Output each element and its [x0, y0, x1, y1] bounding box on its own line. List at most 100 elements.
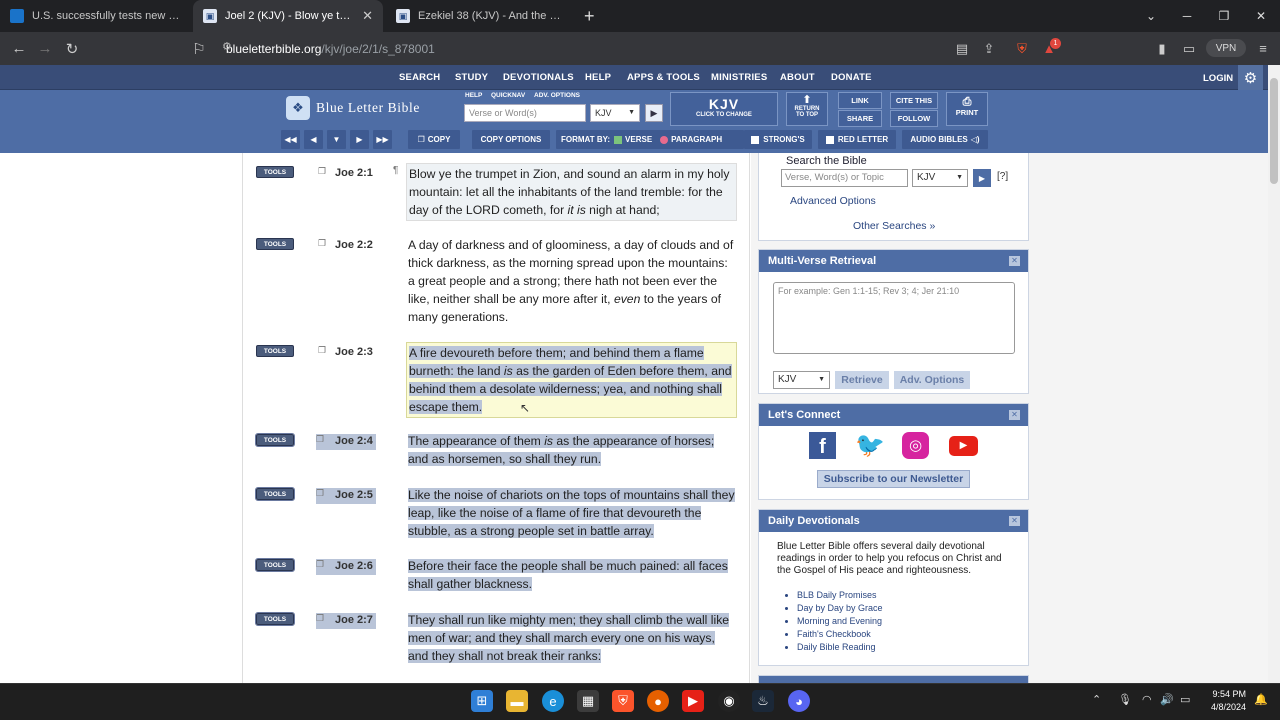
- header-version-select[interactable]: KJV ▼: [590, 104, 640, 122]
- version-change-button[interactable]: KJV CLICK TO CHANGE: [670, 92, 778, 126]
- brave-rewards-icon[interactable]: ▲: [1036, 32, 1062, 65]
- nav-study[interactable]: STUDY: [455, 65, 488, 90]
- help-link[interactable]: HELP: [465, 92, 482, 99]
- microphone-icon[interactable]: 🎙: [1118, 693, 1132, 706]
- next-chapter-button[interactable]: ▶: [350, 130, 369, 149]
- sidebar-search-go-button[interactable]: ▶: [973, 169, 991, 187]
- tray-chevron-up-icon[interactable]: ⌃: [1092, 693, 1101, 706]
- verse-ref[interactable]: Joe 2:4: [335, 435, 373, 447]
- print-button[interactable]: ⎙ PRINT: [946, 92, 988, 126]
- verse-text[interactable]: The appearance of them is as the appeara…: [406, 431, 737, 469]
- steam-icon[interactable]: ♨: [752, 690, 774, 712]
- tools-button[interactable]: TOOLS: [256, 345, 294, 357]
- menu-icon[interactable]: ≡: [1250, 32, 1276, 65]
- notifications-bell-icon[interactable]: 🔔: [1254, 693, 1268, 706]
- other-searches-link[interactable]: Other Searches »: [853, 220, 935, 232]
- mvr-textarea[interactable]: For example: Gen 1:1-15; Rev 3; 4; Jer 2…: [773, 282, 1015, 354]
- nav-devotionals[interactable]: DEVOTIONALS: [503, 65, 574, 90]
- verse-text[interactable]: Before their face the people shall be mu…: [406, 556, 737, 594]
- copy-verse-icon[interactable]: ❐: [318, 166, 326, 177]
- adv-options-link[interactable]: ADV. OPTIONS: [534, 92, 580, 99]
- verse-ref[interactable]: Joe 2:2: [335, 239, 373, 251]
- red-letter-toggle[interactable]: RED LETTER: [818, 130, 896, 149]
- twitter-icon[interactable]: 🐦: [855, 432, 885, 459]
- nav-about[interactable]: ABOUT: [780, 65, 815, 90]
- nav-search[interactable]: SEARCH: [399, 65, 440, 90]
- battery-icon[interactable]: ▭: [1180, 693, 1190, 706]
- header-search-input[interactable]: Verse or Word(s): [464, 104, 586, 122]
- sidebar-search-input[interactable]: Verse, Word(s) or Topic: [781, 169, 908, 187]
- tools-button[interactable]: TOOLS: [256, 166, 294, 178]
- tools-button[interactable]: TOOLS: [255, 433, 295, 447]
- copy-button[interactable]: ❐ COPY: [408, 130, 460, 149]
- brave-icon[interactable]: ⛨: [612, 690, 634, 712]
- mvr-version-select[interactable]: KJV ▼: [773, 371, 830, 389]
- devo-item[interactable]: Morning and Evening: [797, 615, 883, 628]
- url-field[interactable]: blueletterbible.org/kjv/joe/2/1/s_878001: [186, 36, 946, 61]
- minimize-icon[interactable]: ─: [1168, 0, 1206, 32]
- volume-icon[interactable]: 🔊: [1160, 693, 1174, 706]
- devo-item[interactable]: BLB Daily Promises: [797, 589, 883, 602]
- paragraph-option[interactable]: PARAGRAPH: [671, 135, 722, 144]
- youtube-app-icon[interactable]: ▶: [682, 690, 704, 712]
- verse-checked-icon[interactable]: [614, 135, 623, 144]
- forward-icon[interactable]: →: [32, 32, 58, 65]
- search-help-link[interactable]: [?]: [997, 171, 1008, 182]
- new-tab-icon[interactable]: +: [584, 6, 595, 27]
- devo-item[interactable]: Faith's Checkbook: [797, 628, 883, 641]
- prev-chapter-button[interactable]: ◀: [304, 130, 323, 149]
- back-icon[interactable]: ←: [6, 32, 32, 65]
- verse-ref[interactable]: Joe 2:1: [335, 167, 373, 179]
- tab-1[interactable]: U.S. successfully tests new anti-ballis: [0, 0, 190, 32]
- verse-text[interactable]: Blow ye the trumpet in Zion, and sound a…: [406, 163, 737, 221]
- first-chapter-button[interactable]: ◀◀: [281, 130, 300, 149]
- cite-this-button[interactable]: CITE THIS: [890, 92, 938, 109]
- advanced-options-link[interactable]: Advanced Options: [790, 195, 876, 207]
- verse-option[interactable]: VERSE: [625, 135, 652, 144]
- file-explorer-icon[interactable]: ▬: [506, 690, 528, 712]
- close-panel-icon[interactable]: ✕: [1009, 410, 1020, 420]
- reload-icon[interactable]: ↻: [59, 32, 85, 65]
- sidebar-icon[interactable]: ▮: [1149, 32, 1175, 65]
- start-windows-icon[interactable]: ⊞: [471, 690, 493, 712]
- verse-ref[interactable]: Joe 2:3: [335, 346, 373, 358]
- discord-icon[interactable]: ◕: [788, 690, 810, 712]
- blb-logo-icon[interactable]: ❖: [286, 96, 310, 120]
- tools-button[interactable]: TOOLS: [255, 558, 295, 572]
- wallet-icon[interactable]: ▭: [1176, 32, 1202, 65]
- verse-text-highlighted[interactable]: A fire devoureth before them; and behind…: [406, 342, 737, 418]
- retrieve-button[interactable]: Retrieve: [835, 371, 889, 389]
- instagram-icon[interactable]: ◎: [902, 432, 929, 459]
- sidebar-version-select[interactable]: KJV ▼: [912, 169, 968, 187]
- copy-verse-icon[interactable]: ❐: [318, 345, 326, 356]
- nav-ministries[interactable]: MINISTRIES: [711, 65, 767, 90]
- verse-ref[interactable]: Joe 2:5: [335, 489, 373, 501]
- edge-icon[interactable]: e: [542, 690, 564, 712]
- obs-icon[interactable]: ◉: [718, 690, 740, 712]
- follow-button[interactable]: FOLLOW: [890, 110, 938, 127]
- close-panel-icon[interactable]: ✕: [1009, 256, 1020, 266]
- wifi-icon[interactable]: ◠: [1142, 693, 1152, 706]
- brave-shield-icon[interactable]: ⛨: [1009, 32, 1035, 65]
- copy-options-button[interactable]: COPY OPTIONS: [472, 130, 550, 149]
- settings-gear-icon[interactable]: ⚙: [1238, 65, 1263, 90]
- paragraph-unchecked-icon[interactable]: [660, 135, 669, 144]
- tools-button[interactable]: TOOLS: [255, 612, 295, 626]
- copy-verse-icon[interactable]: ❐: [318, 238, 326, 249]
- devo-item[interactable]: Day by Day by Grace: [797, 602, 883, 615]
- close-window-icon[interactable]: ✕: [1242, 0, 1280, 32]
- strongs-toggle[interactable]: STRONG'S: [744, 130, 812, 149]
- store-icon[interactable]: ▦: [577, 690, 599, 712]
- devo-item[interactable]: Daily Bible Reading: [797, 641, 883, 654]
- firefox-icon[interactable]: ●: [647, 690, 669, 712]
- tab-3[interactable]: ▣ Ezekiel 38 (KJV) - And the word of th: [386, 0, 576, 32]
- tools-button[interactable]: TOOLS: [255, 487, 295, 501]
- close-tab-icon[interactable]: ✕: [362, 8, 373, 24]
- share-icon[interactable]: ⇪: [976, 32, 1002, 65]
- verse-ref[interactable]: Joe 2:7: [335, 614, 373, 626]
- header-search-go-button[interactable]: ▶: [645, 104, 663, 122]
- audio-bibles-button[interactable]: AUDIO BIBLES ◁): [902, 130, 988, 149]
- last-chapter-button[interactable]: ▶▶: [373, 130, 392, 149]
- chapter-select-button[interactable]: ▼: [327, 130, 346, 149]
- restore-icon[interactable]: ❐: [1205, 0, 1243, 32]
